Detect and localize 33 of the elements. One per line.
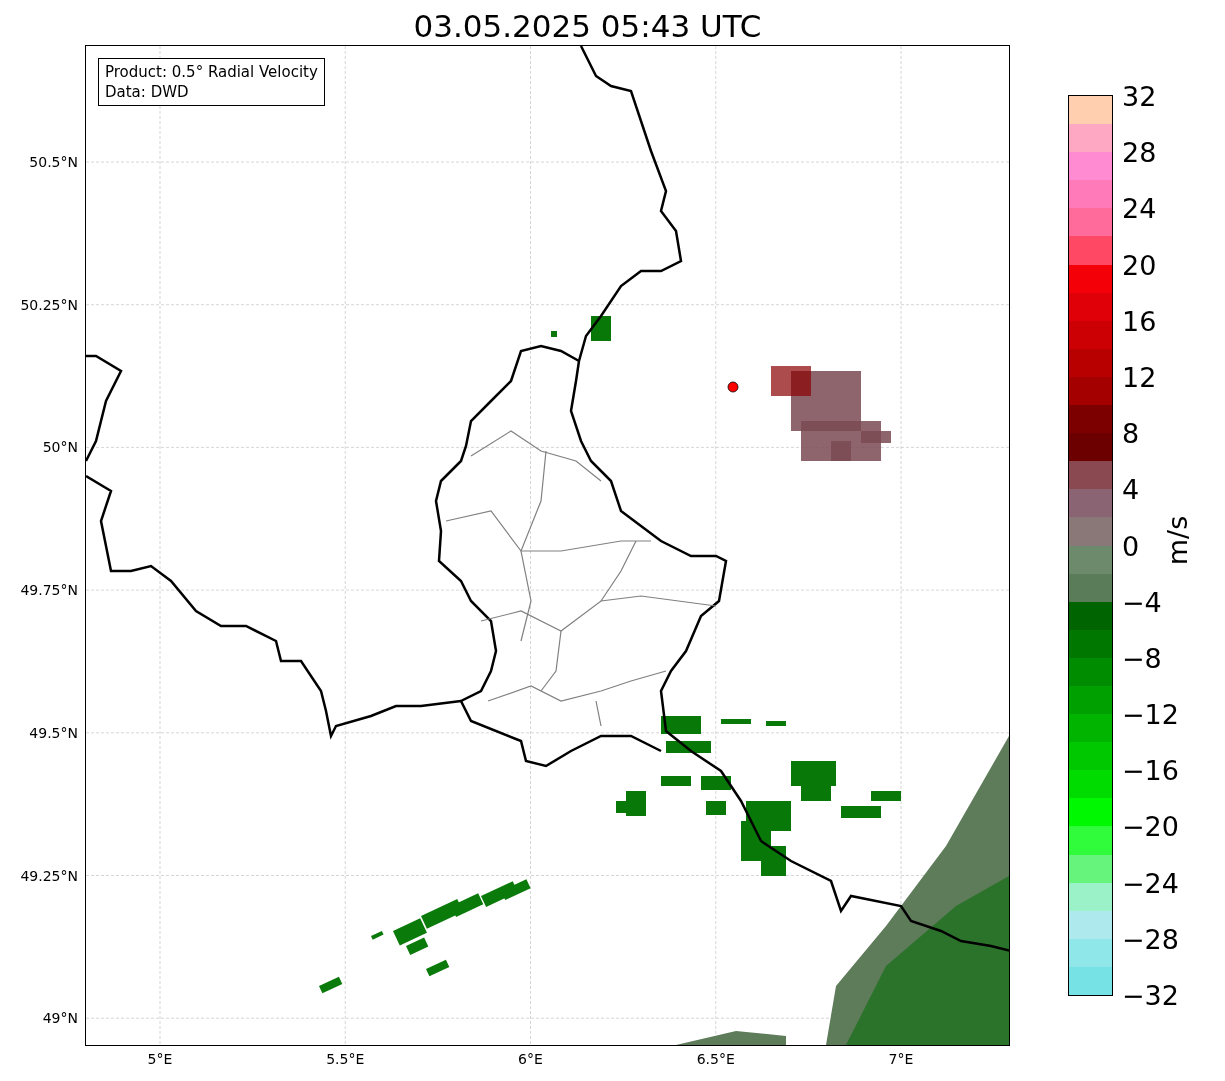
colorbar-tick-label: 0	[1122, 530, 1140, 561]
colorbar-tick-label: −4	[1122, 586, 1162, 618]
legend-text: Product: 0.5° Radial Velocity	[105, 62, 318, 82]
x-tick-label: 6.5°E	[696, 1051, 735, 1067]
y-tick-label: 50.25°N	[20, 296, 78, 313]
legend-text: Data: DWD	[105, 82, 190, 102]
chart-title: 03.05.2025 05:43 UTC	[413, 7, 762, 45]
colorbar-tick-label: 8	[1122, 417, 1140, 449]
colorbar-tick-label: −28	[1122, 923, 1179, 955]
y-tick-label: 50.5°N	[29, 154, 78, 170]
x-tick-label: 5.5°E	[326, 1051, 365, 1067]
colorbar-tick-label: −8	[1122, 642, 1162, 674]
colorbar-tick-label: −32	[1122, 979, 1179, 1011]
y-tick-label: 49.5°N	[29, 724, 78, 741]
y-tick-label: 49.75°N	[20, 582, 78, 599]
colorbar-tick-label: 16	[1122, 305, 1157, 337]
colorbar-tick-label: 12	[1122, 361, 1157, 393]
x-tick-label: 5°E	[147, 1051, 173, 1067]
colorbar-tick-label: 32	[1122, 80, 1157, 112]
x-tick-label: 6°E	[518, 1051, 543, 1067]
y-tick-label: 50°N	[42, 439, 78, 456]
colorbar-tick-label: 20	[1122, 249, 1157, 281]
y-tick-label: 49.25°N	[20, 867, 78, 884]
colorbar-tick-label: −24	[1122, 867, 1179, 899]
colorbar-tick-label: −20	[1122, 810, 1179, 842]
colorbar-tick-label: 24	[1122, 192, 1157, 224]
x-tick-label: 7°E	[888, 1051, 914, 1067]
colorbar-unit-label: m/s	[1162, 515, 1194, 566]
colorbar-tick-label: 28	[1122, 136, 1157, 168]
colorbar-tick-label: 4	[1122, 473, 1140, 505]
colorbar-tick-label: −12	[1122, 698, 1179, 730]
y-tick-label: 49°N	[42, 1010, 78, 1027]
colorbar-tick-label: −16	[1122, 754, 1179, 786]
